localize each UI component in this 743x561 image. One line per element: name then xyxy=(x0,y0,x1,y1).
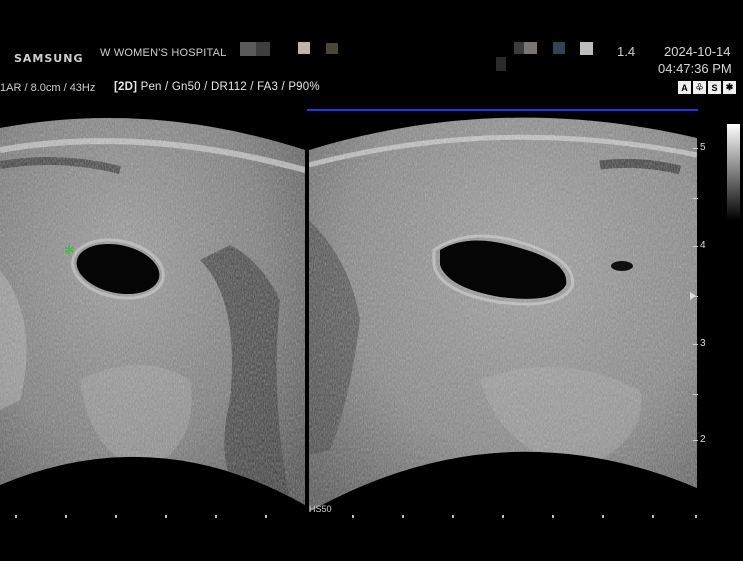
ultrasound-dual-view xyxy=(0,117,698,518)
right-image-pane xyxy=(309,117,697,513)
depth-label-5: 5 xyxy=(700,142,706,153)
lateral-scale-ticks xyxy=(15,515,697,518)
depth-label-4: 4 xyxy=(700,240,706,251)
depth-label-2: 2 xyxy=(700,434,706,445)
depth-label-3: 3 xyxy=(700,338,706,349)
grayscale-bar xyxy=(727,124,740,220)
harmonic-label: HS50 xyxy=(309,504,332,514)
measurement-cursor-icon[interactable]: ✻ xyxy=(64,243,74,257)
left-image-pane xyxy=(0,117,305,505)
